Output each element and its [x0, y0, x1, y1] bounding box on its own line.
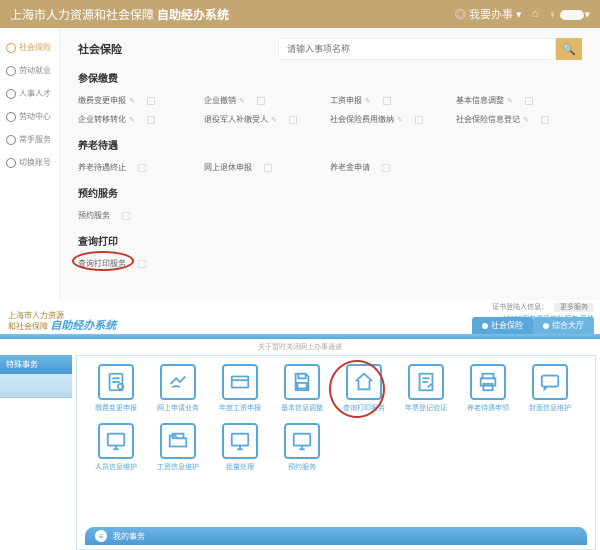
- blue-logo: 上海市人力资源 和社会保障 自助经办系统: [8, 311, 116, 332]
- service-tile-home[interactable]: 查询打印服务: [333, 364, 395, 413]
- more-link[interactable]: 更多服务: [554, 303, 594, 312]
- left-sidebar: 社会保险 劳动就业 人事人才 劳动中心 常手服务 切换账号: [0, 28, 60, 300]
- section-canbao: 参保缴费: [78, 70, 582, 85]
- screen-icon: [284, 423, 320, 459]
- hand-icon: [160, 364, 196, 400]
- service-tile-note[interactable]: 年票登记验证: [395, 364, 457, 413]
- sidebar-item-0[interactable]: 社会保险: [0, 36, 59, 59]
- service-tile-doc[interactable]: 缴费变更申报: [85, 364, 147, 413]
- folder-icon: [160, 423, 196, 459]
- profile-icon[interactable]: ♀▾: [548, 8, 590, 21]
- main-content: 社会保险 🔍 参保缴费 缴费变更申报✎ 企业撤销✎ 工资申报✎ 基本信息调整✎ …: [60, 28, 600, 300]
- section-yanglao: 养老待遇: [78, 137, 582, 152]
- link-item[interactable]: 社会保险信息登记✎: [456, 110, 582, 129]
- link-item[interactable]: 预约服务: [78, 206, 204, 225]
- upper-panel: 社会保险 劳动就业 人事人才 劳动中心 常手服务 切换账号 社会保险 🔍 参保缴…: [0, 28, 600, 300]
- service-tile-card[interactable]: 年度工资申报: [209, 364, 271, 413]
- service-tile-chat[interactable]: 封面信息维护: [519, 364, 581, 413]
- card-icon: [222, 364, 258, 400]
- ws-side-item[interactable]: [0, 374, 72, 398]
- save-icon: [284, 364, 320, 400]
- service-tile-screen[interactable]: 人员信息维护: [85, 423, 147, 472]
- service-tile-screen[interactable]: 预约服务: [271, 423, 333, 472]
- workspace-sidebar: 特殊事务: [0, 355, 72, 550]
- sidebar-item-5[interactable]: 切换账号: [0, 151, 59, 174]
- notice-bar: 关于暂时关闭网上办事通道: [0, 339, 600, 355]
- tile-label: 缴费变更申报: [95, 403, 137, 413]
- tile-label: 年度工资申报: [219, 403, 261, 413]
- edit-icon: ✎: [129, 97, 135, 105]
- page-title: 社会保险: [78, 41, 278, 57]
- service-tile-print[interactable]: 养老待遇申领: [457, 364, 519, 413]
- user-menu[interactable]: ◎ 我要办事 ▾: [455, 6, 522, 22]
- tile-label: 封面信息维护: [529, 403, 571, 413]
- note-icon: [408, 364, 444, 400]
- sidebar-item-4[interactable]: 常手服务: [0, 128, 59, 151]
- app-subtitle: 自助经办系统: [157, 6, 229, 23]
- tab-hall[interactable]: 综合大厅: [533, 317, 594, 334]
- tile-label: 基本信息调整: [281, 403, 323, 413]
- search-input[interactable]: [278, 38, 556, 60]
- sidebar-item-1[interactable]: 劳动就业: [0, 59, 59, 82]
- home-icon[interactable]: ⌂: [532, 8, 539, 20]
- footer-icon: ≡: [95, 530, 107, 542]
- top-header: 上海市人力资源和社会保障 自助经办系统 ◎ 我要办事 ▾ ⌂ ♀▾: [0, 0, 600, 28]
- home-icon: [346, 364, 382, 400]
- tile-label: 年票登记验证: [405, 403, 447, 413]
- link-item[interactable]: 网上退休申报: [204, 158, 330, 177]
- link-query-print[interactable]: 查询打印服务: [78, 254, 204, 273]
- icon-grid: 缴费变更申报 网上申请业务 年度工资申报 基本信息调整 查询打印服务 年票登记验证 养老待遇…: [85, 364, 587, 482]
- tile-label: 养老待遇申领: [467, 403, 509, 413]
- doc-icon: [98, 364, 134, 400]
- tile-label: 查询打印服务: [343, 403, 385, 413]
- chat-icon: [532, 364, 568, 400]
- sidebar-item-3[interactable]: 劳动中心: [0, 105, 59, 128]
- tile-label: 人员信息维护: [95, 462, 137, 472]
- screen-icon: [98, 423, 134, 459]
- service-tile-save[interactable]: 基本信息调整: [271, 364, 333, 413]
- link-item[interactable]: 企业撤销✎: [204, 91, 330, 110]
- checkbox-icon: [147, 97, 155, 105]
- footer-bar[interactable]: ≡ 我的事务: [85, 527, 587, 545]
- tile-label: 网上申请业务: [157, 403, 199, 413]
- service-tile-folder[interactable]: 工资信息维护: [147, 423, 209, 472]
- tile-label: 工资信息维护: [157, 462, 199, 472]
- tile-label: 批量处理: [226, 462, 254, 472]
- link-item[interactable]: 基本信息调整✎: [456, 91, 582, 110]
- link-item[interactable]: 养老金申请: [330, 158, 456, 177]
- screen-icon: [222, 423, 258, 459]
- link-item[interactable]: 工资申报✎: [330, 91, 456, 110]
- sidebar-item-2[interactable]: 人事人才: [0, 82, 59, 105]
- search-button[interactable]: 🔍: [556, 38, 582, 60]
- link-item[interactable]: 企业转移转化✎: [78, 110, 204, 129]
- link-item[interactable]: 退役军人补缴受人✎: [204, 110, 330, 129]
- section-chaxun: 查询打印: [78, 233, 582, 248]
- print-icon: [470, 364, 506, 400]
- link-item[interactable]: 社会保险费用缴纳✎: [330, 110, 456, 129]
- link-item[interactable]: 缴费变更申报✎: [78, 91, 204, 110]
- ws-side-title: 特殊事务: [0, 355, 72, 374]
- service-tile-screen[interactable]: 批量处理: [209, 423, 271, 472]
- section-yuyue: 预约服务: [78, 185, 582, 200]
- app-title: 上海市人力资源和社会保障: [10, 6, 154, 23]
- link-item[interactable]: 养老待遇终止: [78, 158, 204, 177]
- service-tile-hand[interactable]: 网上申请业务: [147, 364, 209, 413]
- blue-header: 上海市人力资源 和社会保障 自助经办系统 证书登陆人信息： 更多服务 12333…: [0, 300, 600, 334]
- tab-social-insurance[interactable]: 社会保险: [472, 317, 533, 334]
- lower-panel: 上海市人力资源 和社会保障 自助经办系统 证书登陆人信息： 更多服务 12333…: [0, 300, 600, 546]
- tile-label: 预约服务: [288, 462, 316, 472]
- workspace-main: 缴费变更申报 网上申请业务 年度工资申报 基本信息调整 查询打印服务 年票登记验证 养老待遇…: [76, 355, 596, 550]
